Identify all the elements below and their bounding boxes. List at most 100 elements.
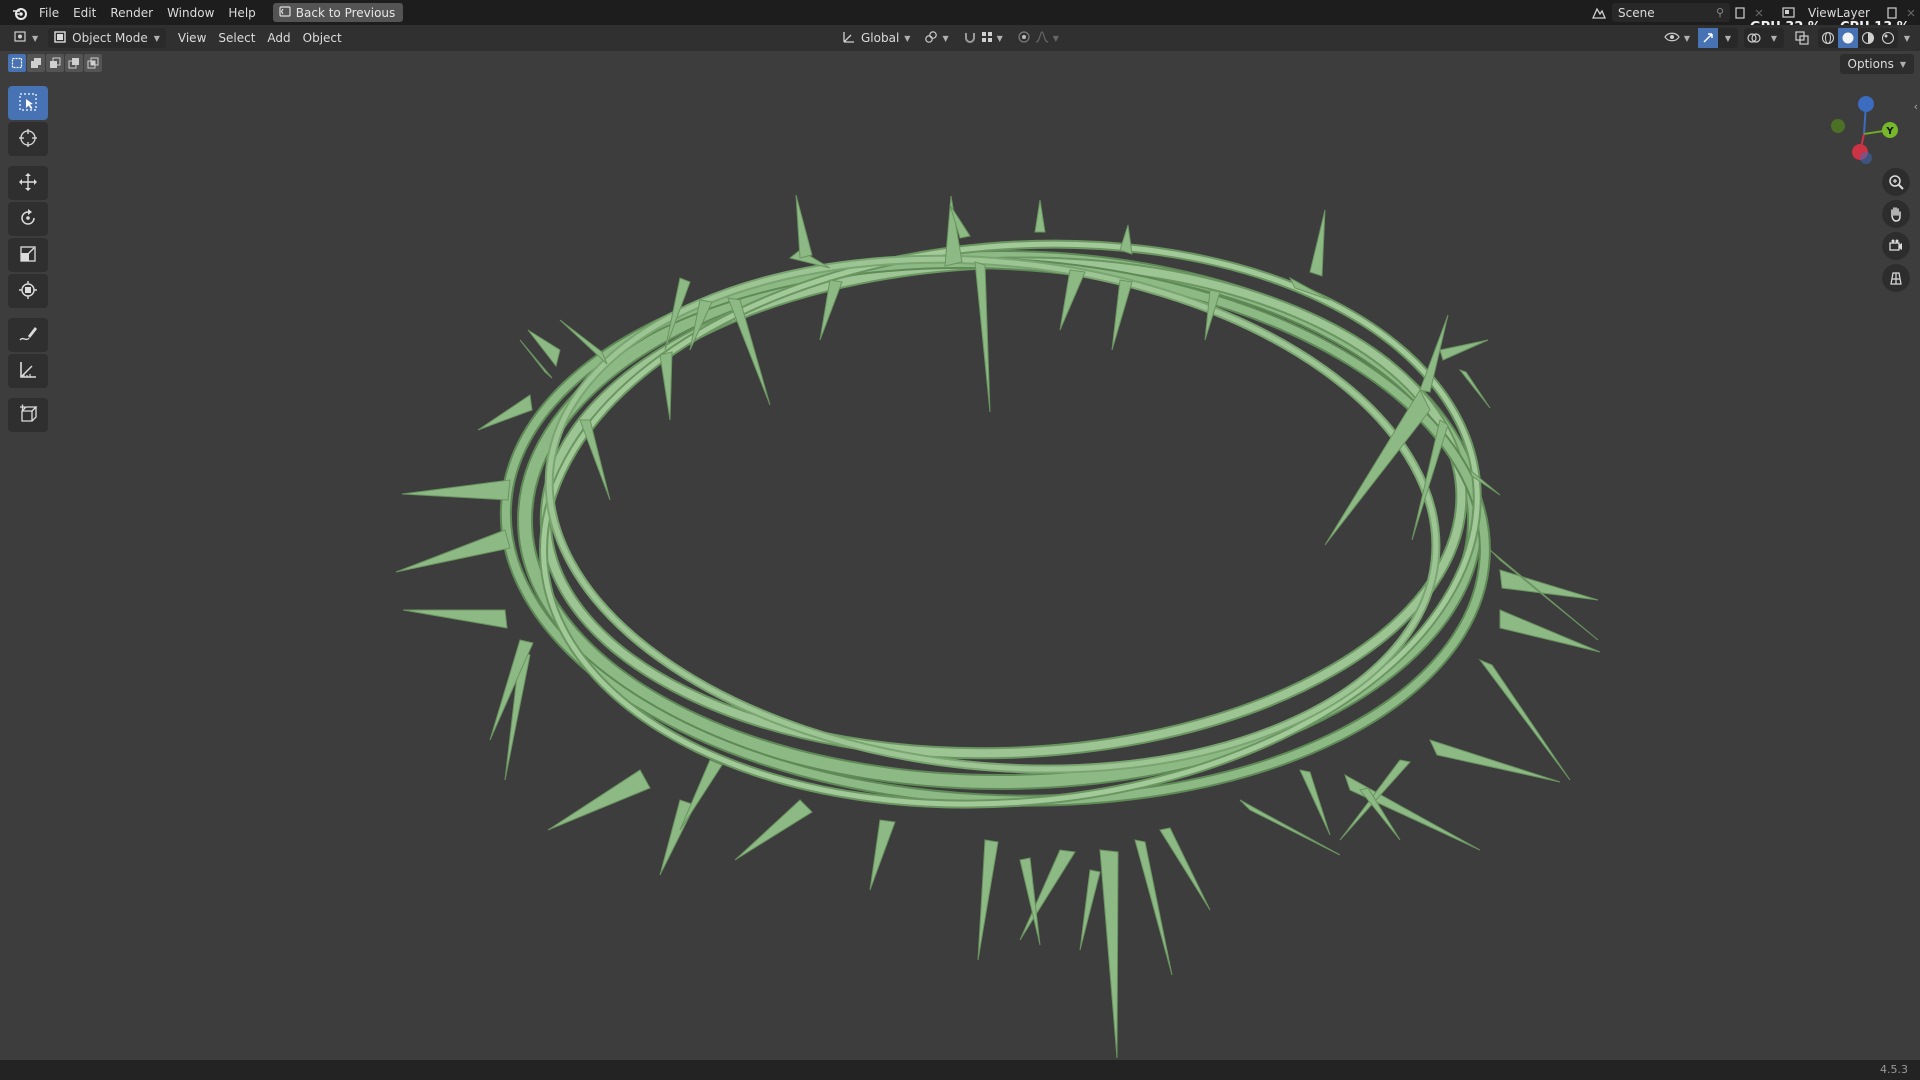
menu-render[interactable]: Render [103,3,160,23]
shading-mode-group[interactable] [1818,28,1898,48]
rotate-tool[interactable] [8,202,48,236]
snap-toggle[interactable]: ▼ [957,28,1009,48]
gizmo-neg-z-axis[interactable] [1860,152,1872,164]
add-cube-icon [18,404,38,427]
chevron-down-icon: ▼ [1683,33,1690,43]
chevron-down-icon: ▼ [1770,33,1778,43]
editor-type-icon [14,30,32,47]
overlays-toggle[interactable]: ▼ [1744,28,1784,48]
thorn-spikes [395,194,1601,1059]
gizmo-neg-y-axis[interactable] [1831,119,1845,133]
annotate-tool[interactable] [8,318,48,352]
transform-tool[interactable] [8,274,48,308]
back-to-previous-button[interactable]: Back to Previous [272,3,404,22]
sidebar-toggle-icon[interactable]: ‹ [1914,100,1918,113]
menu-add[interactable]: Add [261,28,296,48]
mode-label: Object Mode [72,31,148,45]
rendered-shading-icon[interactable] [1878,28,1898,48]
version-label: 4.5.3 [1880,1063,1908,1076]
perspective-toggle-icon[interactable] [1882,264,1910,292]
tool-shelf [8,86,48,432]
options-label: Options [1847,57,1894,71]
menu-file[interactable]: File [32,3,66,23]
select-box-icon [18,92,38,115]
menu-select[interactable]: Select [212,28,261,48]
menu-view[interactable]: View [172,28,212,48]
select-new-icon[interactable] [8,54,26,72]
orientation-dropdown[interactable]: Global ▼ [836,28,916,48]
transform-controls: Global ▼ ▼ ▼ ▼ [836,28,1065,48]
select-subtract-icon[interactable] [46,54,64,72]
scene-name: Scene [1618,5,1655,20]
menu-help[interactable]: Help [221,3,262,23]
select-intersect-icon[interactable] [84,54,102,72]
mode-dropdown[interactable]: Object Mode ▼ [48,28,166,48]
tool-separator [8,390,48,396]
back-icon [279,5,291,20]
annotate-icon [18,324,38,347]
chevron-down-icon: ▼ [1724,33,1732,43]
navigation-gizmo[interactable]: Y [1820,90,1910,170]
gizmo-z-axis[interactable] [1858,96,1874,112]
gizmo-dropdown[interactable]: ▼ [1718,28,1738,48]
proportional-edit-toggle[interactable]: ▼ [1011,28,1065,48]
back-to-previous-label: Back to Previous [295,5,396,20]
zoom-icon[interactable] [1882,168,1910,196]
chevron-down-icon: ▼ [996,33,1003,43]
scene-type-icon[interactable] [1586,3,1612,22]
move-tool[interactable] [8,166,48,200]
selection-mode-row [8,54,102,72]
pivot-dropdown[interactable]: ▼ [918,28,954,48]
top-bar: File Edit Render Window Help Back to Pre… [0,0,1920,25]
rotate-icon [18,208,38,231]
overlays-icon[interactable] [1744,28,1764,48]
viewport-canvas[interactable] [0,74,1920,1059]
solid-shading-icon[interactable] [1838,28,1858,48]
chevron-down-icon: ▼ [32,33,39,43]
pin-icon[interactable]: ⚲ [1716,6,1724,19]
menu-object[interactable]: Object [297,28,348,48]
overlays-dropdown[interactable]: ▼ [1764,28,1784,48]
scene-selector[interactable]: Scene ⚲ [1612,3,1730,22]
viewport-header: ▼ Object Mode ▼ View Select Add Object G… [0,25,1920,51]
transform-icon [18,280,38,303]
chevron-down-icon: ▼ [153,33,160,43]
eye-icon [1664,31,1680,46]
gizmo-icon[interactable] [1698,28,1718,48]
magnet-icon [963,30,977,47]
measure-icon [18,360,38,383]
orientation-label: Global [861,31,900,45]
new-scene-icon[interactable] [1730,3,1750,22]
viewport-navigation [1882,168,1910,292]
camera-view-icon[interactable] [1882,232,1910,260]
select-extend-icon[interactable] [27,54,45,72]
tool-separator [8,310,48,316]
visibility-dropdown[interactable]: ▼ [1658,28,1696,48]
cursor-tool[interactable] [8,122,48,156]
xray-toggle-icon[interactable] [1792,29,1812,48]
crown-of-thorns-mesh[interactable] [492,206,1501,841]
proportional-edit-icon [1017,30,1031,47]
status-bar: 4.5.3 [0,1060,1920,1080]
chevron-down-icon: ▼ [1903,33,1911,43]
shading-dropdown[interactable]: ▼ [1900,29,1914,48]
measure-tool[interactable] [8,354,48,388]
gizmo-toggle[interactable]: ▼ [1698,28,1738,48]
options-dropdown[interactable]: Options ▼ [1839,54,1914,74]
material-shading-icon[interactable] [1858,28,1878,48]
menu-window[interactable]: Window [160,3,221,23]
chevron-down-icon: ▼ [1899,59,1906,69]
editor-type-button[interactable]: ▼ [8,28,44,48]
chevron-down-icon: ▼ [1052,33,1059,43]
menu-edit[interactable]: Edit [66,3,103,23]
view-layer-name: ViewLayer [1808,5,1870,20]
select-invert-icon[interactable] [65,54,83,72]
blender-logo-icon[interactable] [8,1,32,25]
snap-grid-icon [981,31,993,46]
select-box-tool[interactable] [8,86,48,120]
scale-tool[interactable] [8,238,48,272]
wireframe-shading-icon[interactable] [1818,28,1838,48]
pivot-icon [924,30,938,47]
pan-hand-icon[interactable] [1882,200,1910,228]
add-cube-tool[interactable] [8,398,48,432]
